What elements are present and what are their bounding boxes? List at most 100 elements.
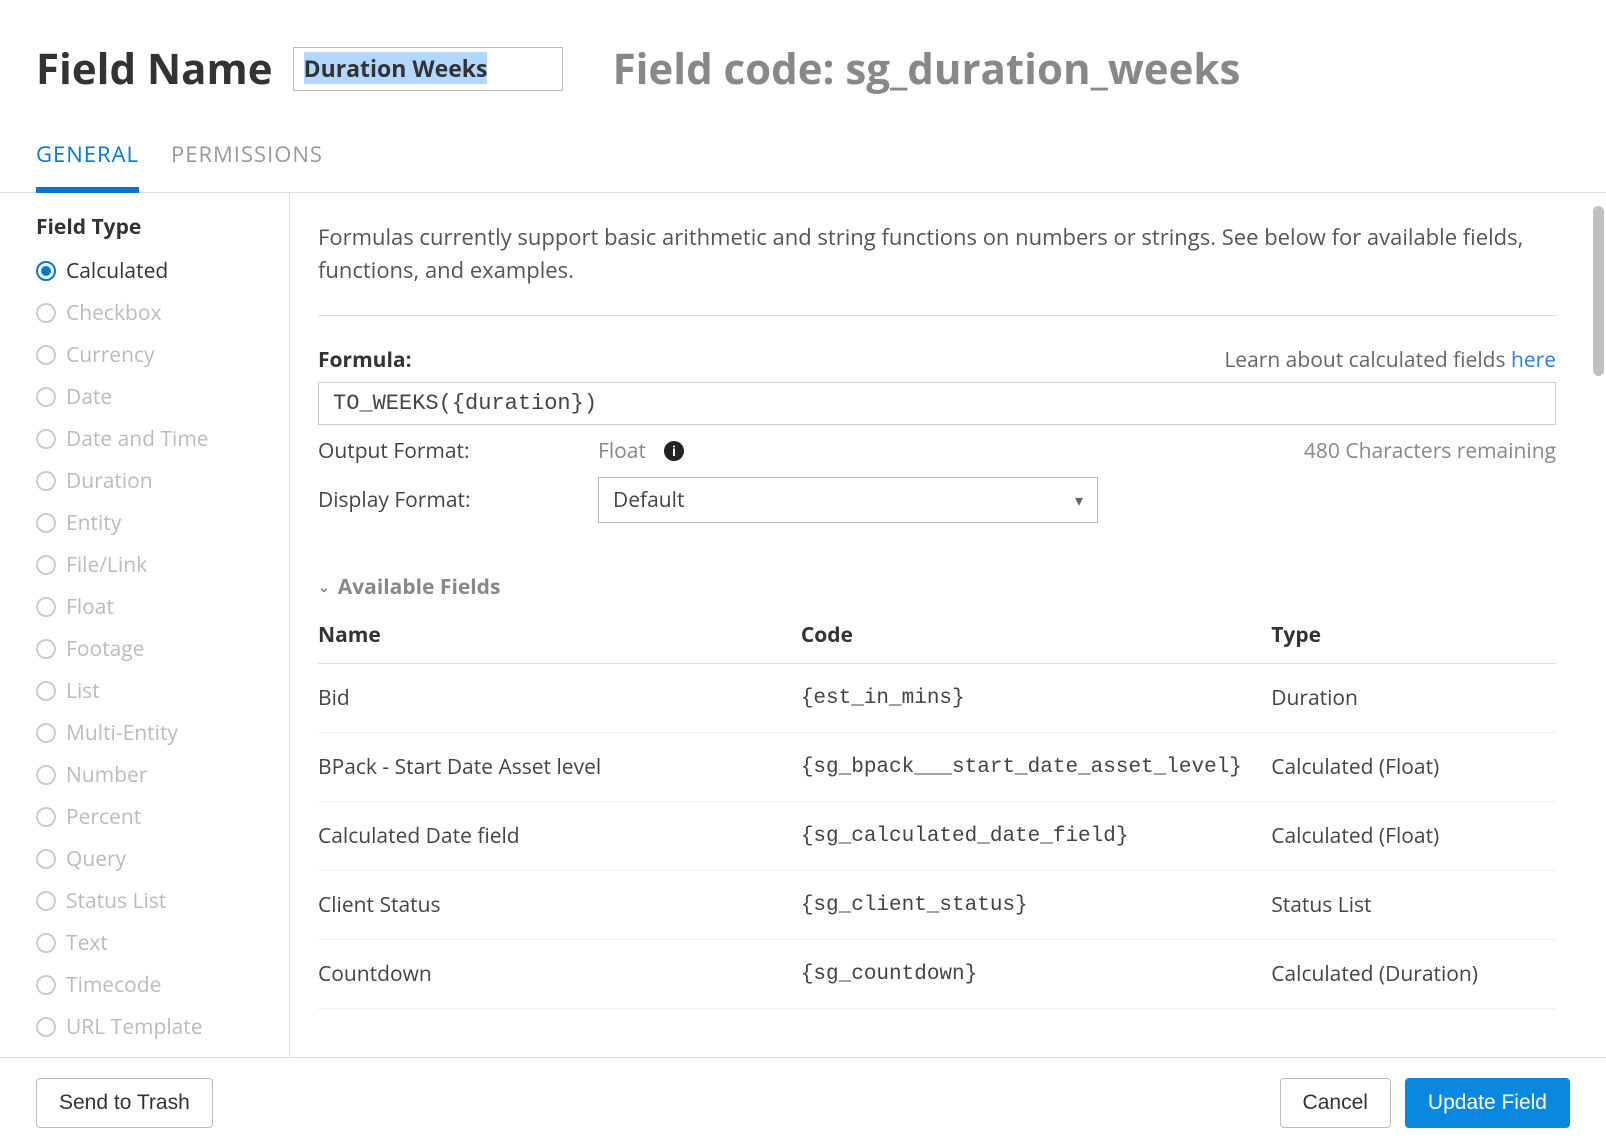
- radio-icon: [36, 1017, 56, 1037]
- radio-icon: [36, 429, 56, 449]
- field-type-label: Percent: [66, 803, 141, 831]
- cell-code: {est_in_mins}: [801, 687, 1271, 710]
- field-type-label: Number: [66, 761, 147, 789]
- scrollbar-thumb[interactable]: [1593, 206, 1604, 376]
- table-row[interactable]: Bid{est_in_mins}Duration: [318, 664, 1556, 733]
- th-type: Type: [1271, 621, 1556, 649]
- table-row[interactable]: BPack - Start Date Asset level{sg_bpack_…: [318, 733, 1556, 802]
- radio-icon: [36, 849, 56, 869]
- field-type-option: Date and Time: [36, 425, 279, 453]
- output-format-value: Float i: [598, 437, 684, 465]
- radio-icon: [36, 471, 56, 491]
- field-type-label: File/Link: [66, 551, 147, 579]
- field-type-option: Float: [36, 593, 279, 621]
- field-type-option: Timecode: [36, 971, 279, 999]
- available-fields-title: Available Fields: [338, 573, 501, 601]
- display-format-label: Display Format:: [318, 486, 598, 514]
- display-format-value: Default: [613, 486, 684, 514]
- cell-type: Calculated (Float): [1271, 753, 1556, 781]
- cell-name: Countdown: [318, 960, 801, 988]
- cell-type: Status List: [1271, 891, 1556, 919]
- field-name-label: Field Name: [36, 40, 273, 97]
- field-type-option: Query: [36, 845, 279, 873]
- radio-icon: [36, 807, 56, 827]
- cell-type: Calculated (Duration): [1271, 960, 1556, 988]
- cell-name: Calculated Date field: [318, 822, 801, 850]
- radio-icon: [36, 723, 56, 743]
- send-to-trash-button[interactable]: Send to Trash: [36, 1078, 213, 1128]
- cell-code: {sg_client_status}: [801, 894, 1271, 917]
- learn-here-link[interactable]: here: [1511, 346, 1556, 374]
- field-type-label: Duration: [66, 467, 153, 495]
- radio-icon: [36, 933, 56, 953]
- radio-icon: [36, 597, 56, 617]
- field-type-option: Date: [36, 383, 279, 411]
- field-type-label: Query: [66, 845, 126, 873]
- table-row[interactable]: Calculated Date field{sg_calculated_date…: [318, 802, 1556, 871]
- field-type-label: List: [66, 677, 100, 705]
- available-fields-header[interactable]: ⌄ Available Fields: [318, 573, 1556, 601]
- chevron-down-icon: ⌄: [318, 578, 330, 597]
- field-type-option: Entity: [36, 509, 279, 537]
- field-type-option: Footage: [36, 635, 279, 663]
- dialog-header: Field Name Duration Weeks Field code: sg…: [0, 0, 1606, 97]
- field-type-option: Currency: [36, 341, 279, 369]
- radio-icon: [36, 513, 56, 533]
- th-code: Code: [801, 621, 1271, 649]
- field-name-input[interactable]: Duration Weeks: [293, 47, 563, 91]
- display-format-row: Display Format: Default ▾: [318, 477, 1556, 523]
- output-format-text: Float: [598, 437, 646, 465]
- intro-text: Formulas currently support basic arithme…: [318, 221, 1556, 316]
- field-type-label: Entity: [66, 509, 121, 537]
- output-format-row: Output Format: Float i 480 Characters re…: [318, 437, 1556, 465]
- field-type-label: Timecode: [66, 971, 161, 999]
- tab-general[interactable]: GENERAL: [36, 139, 139, 193]
- field-type-option: Percent: [36, 803, 279, 831]
- field-type-option: File/Link: [36, 551, 279, 579]
- field-type-label: URL Template: [66, 1013, 203, 1041]
- field-type-option[interactable]: Calculated: [36, 257, 279, 285]
- cell-name: Bid: [318, 684, 801, 712]
- field-type-label: Multi-Entity: [66, 719, 178, 747]
- radio-icon: [36, 975, 56, 995]
- table-row[interactable]: Countdown{sg_countdown}Calculated (Durat…: [318, 940, 1556, 1009]
- update-field-button[interactable]: Update Field: [1405, 1078, 1570, 1128]
- tab-permissions[interactable]: PERMISSIONS: [171, 139, 323, 192]
- field-type-label: Calculated: [66, 257, 168, 285]
- field-type-label: Date and Time: [66, 425, 209, 453]
- cell-type: Duration: [1271, 684, 1556, 712]
- chars-remaining: 480 Characters remaining: [1304, 437, 1556, 465]
- available-fields-table: Name Code Type Bid{est_in_mins}DurationB…: [318, 621, 1556, 1009]
- field-name-value: Duration Weeks: [304, 52, 488, 84]
- field-config-dialog: Field Name Duration Weeks Field code: sg…: [0, 0, 1606, 1148]
- formula-input[interactable]: TO_WEEKS({duration}): [318, 382, 1556, 425]
- field-type-label: Status List: [66, 887, 166, 915]
- radio-icon: [36, 891, 56, 911]
- field-type-label: Checkbox: [66, 299, 161, 327]
- radio-icon: [36, 387, 56, 407]
- field-type-sidebar: Field Type CalculatedCheckboxCurrencyDat…: [0, 193, 290, 1057]
- cell-name: BPack - Start Date Asset level: [318, 753, 801, 781]
- field-type-option: Multi-Entity: [36, 719, 279, 747]
- learn-text: Learn about calculated fields: [1224, 346, 1511, 374]
- table-row[interactable]: Client Status{sg_client_status}Status Li…: [318, 871, 1556, 940]
- cell-name: Client Status: [318, 891, 801, 919]
- main-panel: Formulas currently support basic arithme…: [290, 193, 1606, 1057]
- field-type-label: Footage: [66, 635, 144, 663]
- radio-icon: [36, 555, 56, 575]
- radio-icon: [36, 765, 56, 785]
- cancel-button[interactable]: Cancel: [1280, 1078, 1391, 1128]
- field-type-label: Currency: [66, 341, 155, 369]
- display-format-select[interactable]: Default ▾: [598, 477, 1098, 523]
- field-type-label: Text: [66, 929, 108, 957]
- field-type-option: Status List: [36, 887, 279, 915]
- output-format-label: Output Format:: [318, 437, 598, 465]
- cell-code: {sg_countdown}: [801, 963, 1271, 986]
- field-type-option: List: [36, 677, 279, 705]
- field-type-option: URL Template: [36, 1013, 279, 1041]
- field-type-option: Text: [36, 929, 279, 957]
- th-name: Name: [318, 621, 801, 649]
- info-icon[interactable]: i: [664, 441, 684, 461]
- radio-icon: [36, 681, 56, 701]
- tab-bar: GENERAL PERMISSIONS: [0, 139, 1606, 193]
